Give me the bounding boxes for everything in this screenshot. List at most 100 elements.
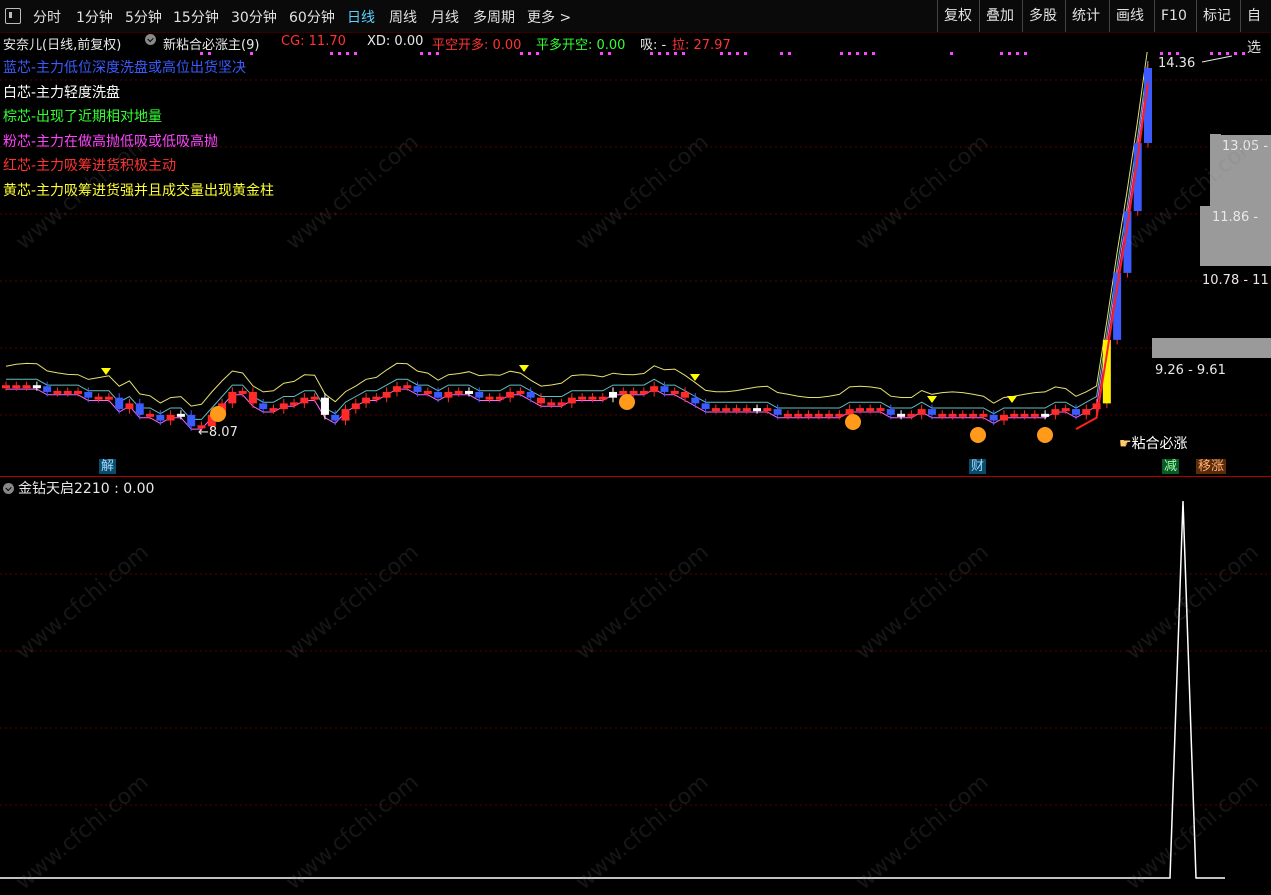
toolbar-button-6[interactable]: 标记	[1196, 0, 1237, 32]
candle-body	[84, 391, 93, 398]
candle-body	[22, 385, 31, 389]
signal-dot	[788, 52, 791, 55]
signal-dot	[420, 52, 423, 55]
signal-dot	[1168, 52, 1171, 55]
candle-body	[320, 397, 329, 415]
main-candlestick-chart[interactable]: 9.26 - 9.6110.78 - 1111.86 -13.05 -14.36…	[0, 52, 1271, 476]
candle-body	[485, 396, 494, 400]
marker-jian: 减	[1162, 459, 1180, 474]
toolbar-button-0[interactable]: 复权	[937, 0, 978, 32]
signal-dot	[200, 52, 203, 55]
candle-body	[331, 414, 340, 421]
candle-body	[32, 385, 41, 389]
candle-body	[783, 413, 792, 417]
signal-dot	[346, 52, 349, 55]
candle-body	[392, 386, 401, 392]
top-toolbar: 分时 1分钟 5分钟 15分钟 30分钟 60分钟 日线 周线 月线 多周期 更多 > 复权 叠加 多股…	[0, 0, 1271, 56]
candle-body	[1051, 409, 1060, 415]
marker-cai: 财	[969, 459, 987, 474]
low-price-label: ←8.07	[198, 425, 238, 440]
candle-body	[506, 391, 515, 398]
signal-dot	[1242, 52, 1245, 55]
up-signal-icon	[970, 427, 986, 443]
signal-dot	[536, 52, 539, 55]
period-tab-7[interactable]: 周线	[389, 7, 417, 27]
candle-body	[897, 413, 906, 417]
signal-dot	[840, 52, 843, 55]
toolbar-button-5[interactable]: F10	[1154, 0, 1193, 32]
signal-dot	[1218, 52, 1221, 55]
toolbar-button-2[interactable]: 多股	[1022, 0, 1063, 32]
panel-toggle-icon[interactable]	[5, 8, 21, 24]
stock-title: 安奈儿(日线,前复权)	[3, 38, 122, 53]
toolbar-button-7[interactable]: 自选	[1240, 0, 1271, 56]
signal-dot	[330, 52, 333, 55]
signal-dot	[250, 52, 253, 55]
candle-body	[773, 409, 782, 415]
candle-body	[598, 396, 607, 400]
panel-separator[interactable]	[0, 476, 1271, 477]
period-tab-1[interactable]: 1分钟	[76, 7, 113, 27]
candle-body	[1010, 413, 1019, 417]
toolbar-button-4[interactable]: 画线	[1109, 0, 1150, 32]
signal-dot	[600, 52, 603, 55]
signal-dot	[872, 52, 875, 55]
period-tab-3[interactable]: 15分钟	[173, 7, 219, 27]
down-arrow-icon	[927, 396, 937, 403]
candle-body	[2, 385, 10, 389]
toolbar-button-1[interactable]: 叠加	[979, 0, 1020, 32]
candle-body	[938, 413, 947, 417]
period-tab-10[interactable]: 更多 >	[527, 7, 571, 27]
period-tab-4[interactable]: 30分钟	[231, 7, 277, 27]
candle-body	[423, 390, 432, 394]
toolbar-button-3[interactable]: 统计	[1065, 0, 1106, 32]
candle-body	[434, 391, 443, 398]
period-tab-6[interactable]: 日线	[347, 7, 375, 27]
xd-value: XD: 0.00	[367, 34, 424, 49]
candle-body	[948, 413, 957, 417]
candle-body	[722, 408, 731, 412]
indicator-name[interactable]: 新粘合必涨主(9)	[163, 34, 259, 53]
candle-body	[567, 397, 576, 404]
sub-indicator-title[interactable]: 金钻天启2210 : 0.00	[3, 478, 154, 498]
candle-body	[825, 413, 834, 417]
candle-body	[866, 408, 875, 412]
candle-body	[609, 391, 618, 398]
candle-body	[1071, 409, 1080, 415]
cg-value: CG: 11.70	[281, 34, 346, 49]
signal-dot	[780, 52, 783, 55]
hand-pointer-icon: ☛	[1119, 436, 1132, 452]
candle-body	[742, 408, 751, 412]
candle-body	[794, 413, 803, 417]
signal-dot	[744, 52, 747, 55]
period-tab-9[interactable]: 多周期	[473, 7, 515, 27]
candle-body	[979, 413, 988, 417]
candle-body	[958, 413, 967, 417]
candle-body	[845, 409, 854, 415]
signal-dot	[950, 52, 953, 55]
signal-dot	[520, 52, 523, 55]
period-tab-0[interactable]: 分时	[33, 7, 61, 27]
candle-body	[1061, 408, 1070, 412]
candle-body	[670, 390, 679, 394]
up-signal-icon	[845, 414, 861, 430]
signal-dot	[338, 52, 341, 55]
sub-dropdown-icon[interactable]	[3, 483, 14, 494]
candle-body	[907, 413, 916, 417]
candle-body	[526, 391, 535, 398]
candle-body	[1020, 413, 1029, 417]
pdkk-value: 平多开空: 0.00	[536, 38, 626, 53]
signal-dot	[674, 52, 677, 55]
candle-body	[63, 390, 72, 394]
candle-body	[557, 402, 566, 406]
pkkd-value: 平空开多: 0.00	[432, 38, 522, 53]
candle-body	[855, 408, 864, 412]
price-box-1	[1152, 338, 1271, 358]
period-tab-8[interactable]: 月线	[431, 7, 459, 27]
signal-dot	[1016, 52, 1019, 55]
period-tab-2[interactable]: 5分钟	[125, 7, 162, 27]
signal-dot	[1160, 52, 1163, 55]
signal-dot	[1210, 52, 1213, 55]
signal-dot	[1000, 52, 1003, 55]
period-tab-5[interactable]: 60分钟	[289, 7, 335, 27]
